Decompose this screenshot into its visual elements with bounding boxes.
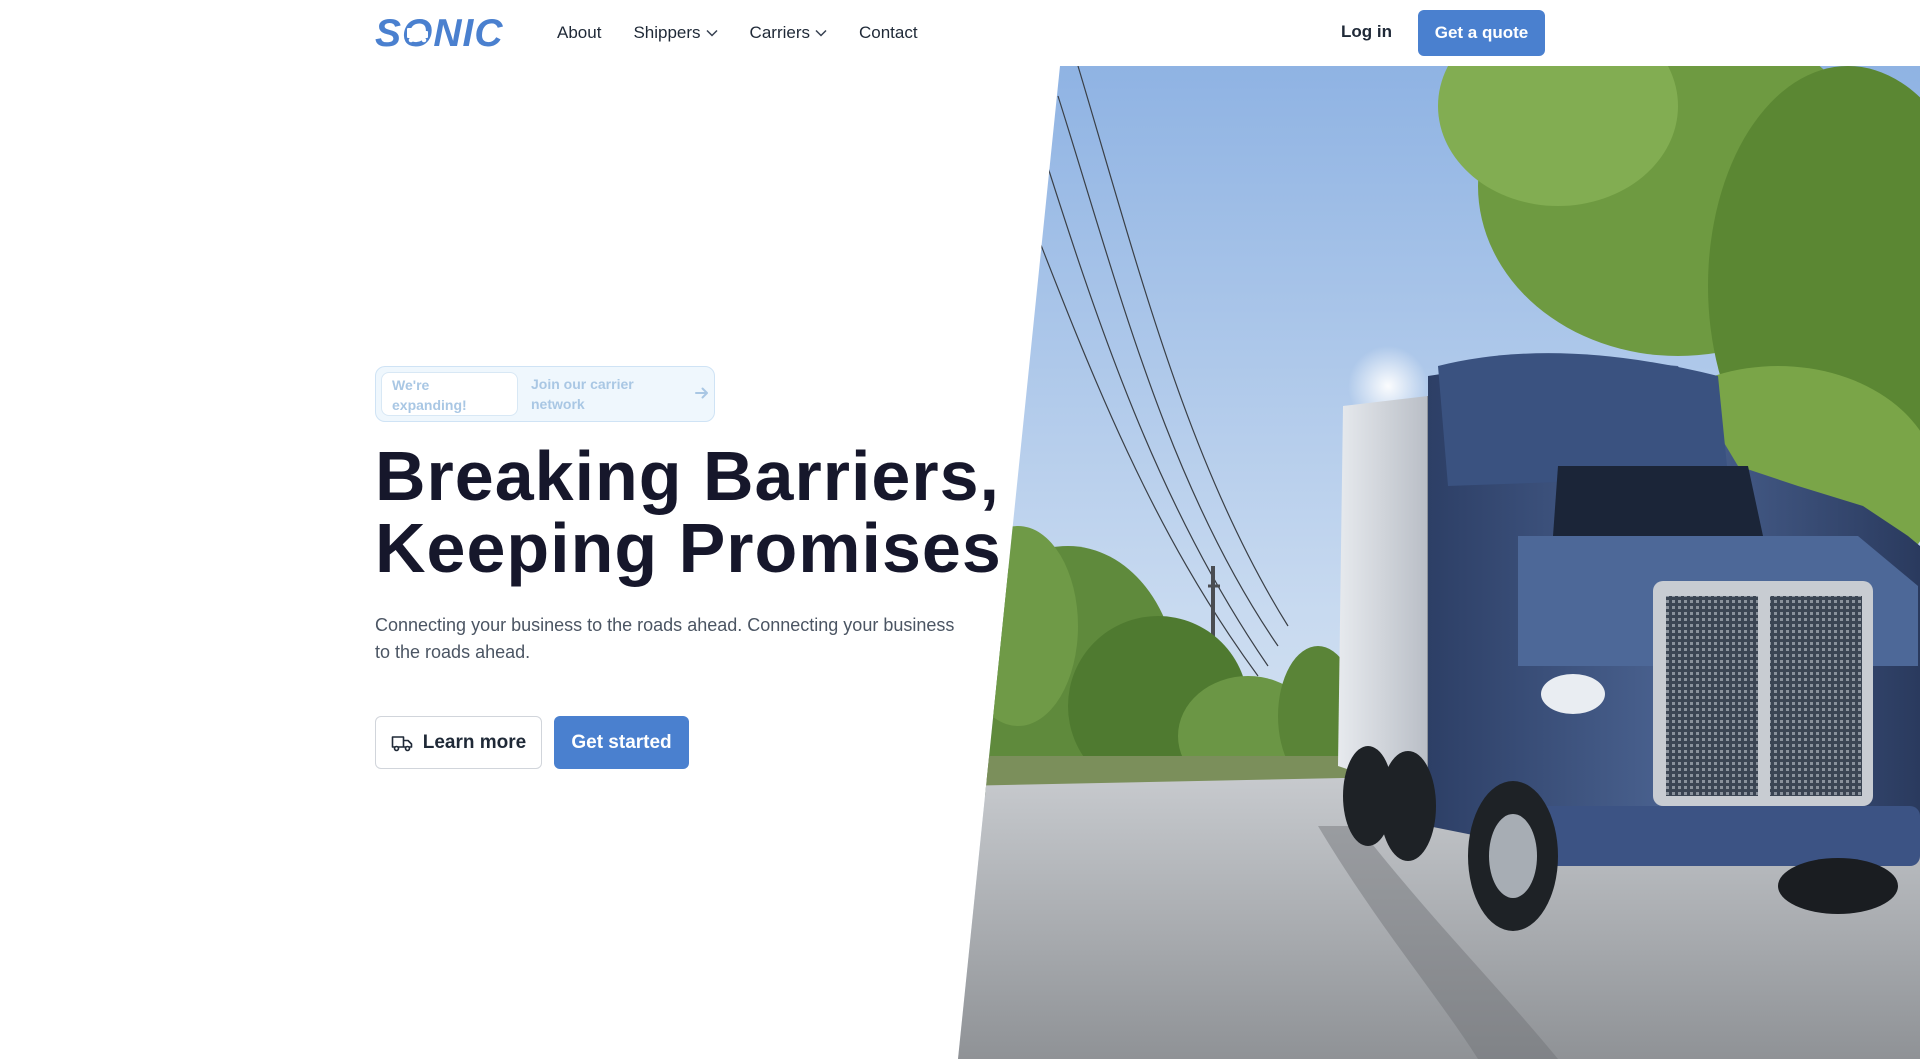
chevron-down-icon <box>706 29 718 37</box>
nav-about-label: About <box>557 23 602 42</box>
brand-logo[interactable]: SONIC <box>375 14 517 50</box>
main-nav: About Shippers Carriers Contact <box>557 0 918 66</box>
learn-more-button[interactable]: Learn more <box>375 716 542 769</box>
chevron-down-icon <box>815 29 827 37</box>
svg-text:SONIC: SONIC <box>375 14 504 50</box>
truck-photo <box>958 66 1920 1059</box>
get-quote-button[interactable]: Get a quote <box>1418 10 1545 56</box>
announcement-pill[interactable]: We're expanding! Join our carrier networ… <box>375 366 715 422</box>
nav-carriers-label: Carriers <box>749 23 810 42</box>
login-link[interactable]: Log in <box>1341 22 1392 42</box>
hero-subtext: Connecting your business to the roads ah… <box>375 615 955 662</box>
nav-contact-label: Contact <box>859 23 918 42</box>
announcement-tag: We're expanding! <box>381 372 518 416</box>
get-started-button[interactable]: Get started <box>554 716 689 769</box>
learn-more-label: Learn more <box>422 731 527 753</box>
site-header: SONIC About Shippers Carriers Contact Lo… <box>0 0 1920 66</box>
nav-shippers[interactable]: Shippers <box>633 23 718 43</box>
nav-shippers-label: Shippers <box>633 23 701 42</box>
sonic-logo-icon: SONIC <box>375 14 504 50</box>
arrow-right-icon <box>694 385 710 406</box>
nav-about[interactable]: About <box>557 23 601 43</box>
truck-icon <box>391 734 413 752</box>
hero-headline: Breaking Barriers, Keeping Promises <box>375 437 1002 587</box>
nav-contact[interactable]: Contact <box>859 23 918 43</box>
nav-carriers[interactable]: Carriers <box>750 23 827 43</box>
announcement-text: Join our carrier network <box>531 376 634 412</box>
hero-image <box>958 66 1920 1059</box>
